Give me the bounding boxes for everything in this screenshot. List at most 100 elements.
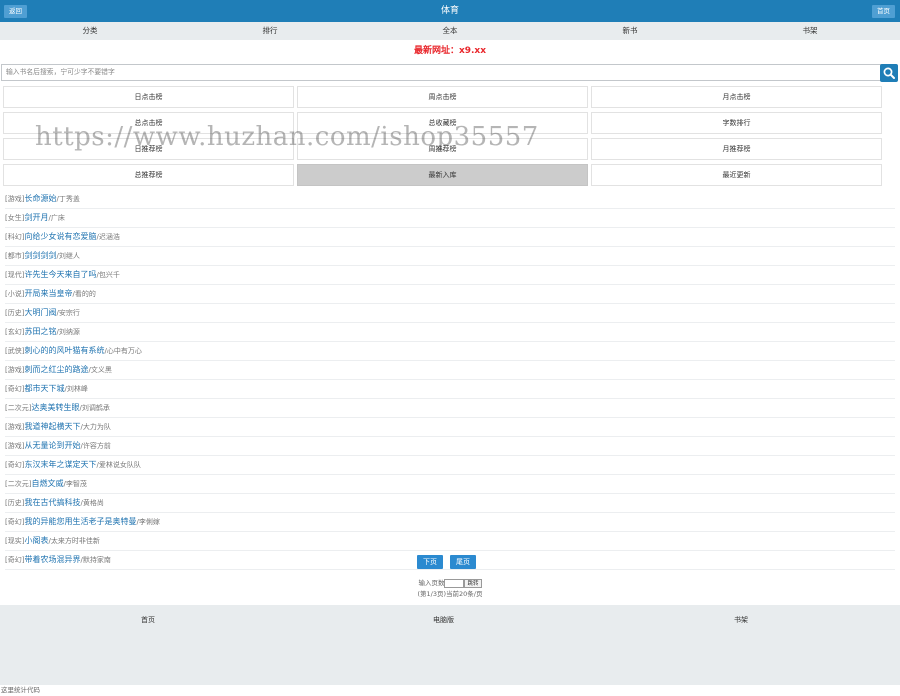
book-category[interactable]: [历史] — [5, 499, 24, 507]
list-item: [女生]剑开月/广床 — [5, 209, 895, 228]
book-title-link[interactable]: 小阁表 — [24, 536, 48, 545]
footer-link-desktop[interactable]: 电脑版 — [433, 615, 454, 625]
rank-weekly-clicks[interactable]: 周点击榜 — [297, 86, 588, 108]
page-jump-label: 输入页数 — [418, 579, 445, 587]
book-author: /丁秀盖 — [56, 195, 80, 203]
book-title-link[interactable]: 刺而之红尘的路途 — [24, 365, 88, 374]
nav-item-category[interactable]: 分类 — [0, 22, 180, 40]
rank-monthly-recommend[interactable]: 月推荐榜 — [591, 138, 882, 160]
list-item: [奇幻]都市天下城/刘林峰 — [5, 380, 895, 399]
book-category[interactable]: [女生] — [5, 214, 24, 222]
search-input[interactable]: 输入书名后搜索，宁可少字不要错字 — [1, 64, 882, 81]
book-category[interactable]: [二次元] — [5, 480, 31, 488]
top-bar: 返回 体育 首页 — [0, 0, 900, 22]
book-title-link[interactable]: 向给少女说有恋爱脑 — [24, 232, 96, 241]
home-button[interactable]: 首页 — [872, 5, 895, 18]
book-title-link[interactable]: 许先生今天来自了吗 — [24, 270, 96, 279]
book-author: /刘调鹤承 — [79, 404, 110, 412]
book-title-link[interactable]: 达奥美转生眼 — [31, 403, 79, 412]
rank-total-favorites[interactable]: 总收藏榜 — [297, 112, 588, 134]
book-title-link[interactable]: 东汉末年之谋定天下 — [24, 460, 96, 469]
book-category[interactable]: [奇幻] — [5, 556, 24, 564]
last-page-button[interactable]: 尾页 — [450, 555, 476, 569]
rank-weekly-recommend[interactable]: 周推荐榜 — [297, 138, 588, 160]
list-item: [历史]我在古代搞科技/黄格尚 — [5, 494, 895, 513]
nav-item-new-books[interactable]: 新书 — [540, 22, 720, 40]
book-title-link[interactable]: 剑开月 — [24, 213, 48, 222]
rank-recently-updated[interactable]: 最近更新 — [591, 164, 882, 186]
nav-item-bookshelf[interactable]: 书架 — [720, 22, 900, 40]
search-placeholder: 输入书名后搜索，宁可少字不要错字 — [6, 68, 115, 76]
rank-newest[interactable]: 最新入库 — [297, 164, 588, 186]
book-title-link[interactable]: 刺心的的风叶猫有系统 — [24, 346, 104, 355]
rank-total-clicks[interactable]: 总点击榜 — [3, 112, 294, 134]
book-title-link[interactable]: 苏田之铭 — [24, 327, 56, 336]
book-title-link[interactable]: 都市天下城 — [24, 384, 64, 393]
book-category[interactable]: [历史] — [5, 309, 24, 317]
next-page-button[interactable]: 下页 — [417, 555, 443, 569]
rank-total-recommend[interactable]: 总推荐榜 — [3, 164, 294, 186]
book-title-link[interactable]: 从无量论到开始 — [24, 441, 80, 450]
book-category[interactable]: [游戏] — [5, 442, 24, 450]
rank-daily-clicks[interactable]: 日点击榜 — [3, 86, 294, 108]
stat-code: 这里统计代码 — [1, 686, 40, 694]
book-category[interactable]: [奇幻] — [5, 518, 24, 526]
rank-monthly-clicks[interactable]: 月点击榜 — [591, 86, 882, 108]
list-item: [现实]小阁表/太来方时非佳新 — [5, 532, 895, 551]
footer-link-bookshelf[interactable]: 书架 — [734, 615, 748, 625]
list-item: [历史]大明门阀/安宗行 — [5, 304, 895, 323]
book-author: /许容方前 — [80, 442, 111, 450]
list-item: [都市]剑剑剑剑/刘继人 — [5, 247, 895, 266]
book-title-link[interactable]: 大明门阀 — [24, 308, 56, 317]
book-category[interactable]: [游戏] — [5, 195, 24, 203]
list-item: [奇幻]东汉末年之谋定天下/爱林说女队队 — [5, 456, 895, 475]
book-author: /心中有万心 — [104, 347, 142, 355]
book-title-link[interactable]: 我在古代搞科技 — [24, 498, 80, 507]
book-author: /爱林说女队队 — [96, 461, 141, 469]
book-title-link[interactable]: 开局来当皇帝 — [24, 289, 72, 298]
list-item: [二次元]自燃文威/李智茂 — [5, 475, 895, 494]
rank-word-count[interactable]: 字数排行 — [591, 112, 882, 134]
main-nav: 分类 排行 全本 新书 书架 — [0, 22, 900, 40]
list-item: [小说]开局来当皇帝/看的的 — [5, 285, 895, 304]
book-category[interactable]: [游戏] — [5, 366, 24, 374]
book-author: /看的的 — [72, 290, 96, 298]
book-title-link[interactable]: 自燃文威 — [31, 479, 63, 488]
book-category[interactable]: [现实] — [5, 537, 24, 545]
book-author: /包兴千 — [96, 271, 120, 279]
page-number-input[interactable] — [444, 578, 465, 588]
list-item: [游戏]刺而之红尘的路途/文义黑 — [5, 361, 895, 380]
book-category[interactable]: [奇幻] — [5, 461, 24, 469]
footer: 首页 电脑版 书架 — [0, 605, 900, 685]
book-title-link[interactable]: 剑剑剑剑 — [24, 251, 56, 260]
nav-item-ranking[interactable]: 排行 — [180, 22, 360, 40]
page-jump: 输入页数 跳转 — [0, 578, 900, 589]
book-category[interactable]: [科幻] — [5, 233, 24, 241]
book-title-link[interactable]: 我的异能您用生活老子是奥特曼 — [24, 517, 136, 526]
list-item: [武侠]刺心的的风叶猫有系统/心中有万心 — [5, 342, 895, 361]
rank-daily-recommend[interactable]: 日推荐榜 — [3, 138, 294, 160]
book-category[interactable]: [二次元] — [5, 404, 31, 412]
book-title-link[interactable]: 带着农场混异界 — [24, 555, 80, 564]
book-title-link[interactable]: 长命源始 — [24, 194, 56, 203]
book-category[interactable]: [奇幻] — [5, 385, 24, 393]
book-author: /迟涵浩 — [96, 233, 120, 241]
footer-link-home[interactable]: 首页 — [141, 615, 155, 625]
search-icon — [883, 67, 895, 79]
list-item: [奇幻]我的异能您用生活老子是奥特曼/李俐嫁 — [5, 513, 895, 532]
book-title-link[interactable]: 我道神起横天下 — [24, 422, 80, 431]
book-author: /安宗行 — [56, 309, 80, 317]
nav-item-complete[interactable]: 全本 — [360, 22, 540, 40]
book-category[interactable]: [都市] — [5, 252, 24, 260]
page-title: 体育 — [440, 6, 459, 16]
book-author: /太来方时非佳新 — [48, 537, 100, 545]
jump-button[interactable]: 跳转 — [464, 578, 482, 588]
book-author: /大力为队 — [80, 423, 111, 431]
book-category[interactable]: [小说] — [5, 290, 24, 298]
search-button[interactable] — [880, 64, 898, 82]
book-category[interactable]: [武侠] — [5, 347, 24, 355]
book-category[interactable]: [游戏] — [5, 423, 24, 431]
book-author: /刘继人 — [56, 252, 80, 260]
book-category[interactable]: [现代] — [5, 271, 24, 279]
book-category[interactable]: [玄幻] — [5, 328, 24, 336]
